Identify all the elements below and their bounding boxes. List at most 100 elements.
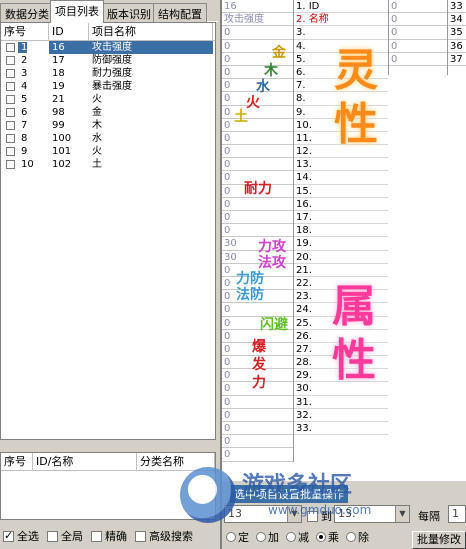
global-checkbox[interactable]: 全局 <box>47 528 83 544</box>
col-header-num[interactable]: 序号 <box>1 23 49 40</box>
row-num: 8 <box>21 133 28 144</box>
grid-cell[interactable]: 0 <box>222 211 293 225</box>
grid-cell[interactable]: 0 <box>222 448 293 462</box>
tab-structure[interactable]: 结构配置 <box>153 3 207 22</box>
grid-cell[interactable]: 37 <box>448 53 466 66</box>
tab-item-list[interactable]: 项目列表 <box>50 0 104 23</box>
row-checkbox[interactable] <box>6 147 15 156</box>
row-name: 火 <box>92 146 102 157</box>
list-item[interactable]: 1 16 攻击强度 <box>1 41 215 54</box>
grid-cell[interactable]: 2. 名称 <box>294 13 388 27</box>
checkbox-box <box>3 529 14 542</box>
grid-cell[interactable]: 0 <box>389 0 447 14</box>
radio-dot <box>286 532 296 542</box>
item-list[interactable]: 序号 ID 项目名称 1 16 攻击强度 2 17 防御强度 3 18 耐力强度 4 19 暴击强度 5… <box>0 22 216 440</box>
grid-cell[interactable]: 33 <box>448 0 466 14</box>
col-header-id[interactable]: ID <box>49 23 89 40</box>
grid-cell[interactable]: 0 <box>222 409 293 422</box>
radio-subtract[interactable]: 减 <box>286 529 309 545</box>
grid-cell[interactable]: 0 <box>222 132 293 146</box>
list-item[interactable]: 5 21 火 <box>1 93 215 106</box>
grid-cell[interactable]: 1. ID <box>294 0 388 14</box>
row-checkbox[interactable] <box>6 43 15 52</box>
row-num: 10 <box>21 159 34 170</box>
row-checkbox[interactable] <box>6 108 15 117</box>
grid-cell[interactable]: 0 <box>222 158 293 172</box>
row-num: 5 <box>21 94 28 105</box>
list-item[interactable]: 6 98 金 <box>1 106 215 119</box>
grid-cell[interactable]: 34 <box>448 13 466 27</box>
tab-version[interactable]: 版本识别 <box>102 3 156 22</box>
batch-modify-button[interactable]: 批量修改 <box>412 531 466 549</box>
value-column[interactable]: 16 攻击强度 0 0 0 0 0 0 0 0 0 0 0 0 0 0 0 0 30 30 0 0 0 0 0 0 0 0 0 0 0 0 0 0… <box>222 0 294 462</box>
row-name: 防御强度 <box>92 55 132 66</box>
annotation-crit-1: 爆 <box>252 339 266 355</box>
grid-cell[interactable]: 16. <box>294 198 388 211</box>
grid-cell[interactable]: 36 <box>448 40 466 53</box>
select-all-checkbox[interactable]: 全选 <box>3 528 39 544</box>
list-item[interactable]: 3 18 耐力强度 <box>1 67 215 80</box>
advanced-search-checkbox[interactable]: 高级搜索 <box>135 528 193 544</box>
grid-cell[interactable]: 0 <box>222 435 293 449</box>
grid-cell[interactable]: 0 <box>389 40 447 53</box>
row-id: 21 <box>52 94 65 105</box>
grid-cell[interactable]: 15. <box>294 185 388 198</box>
radio-multiply[interactable]: 乘 <box>316 529 339 545</box>
row-checkbox[interactable] <box>6 134 15 143</box>
interval-input[interactable]: 1 <box>448 505 466 523</box>
grid-cell[interactable]: 31. <box>294 396 388 409</box>
grid-cell[interactable]: 14. <box>294 171 388 185</box>
grid-cell[interactable]: 攻击强度 <box>222 13 293 27</box>
interval-label: 每隔 <box>418 510 440 523</box>
grid-cell[interactable]: 33. <box>294 422 388 436</box>
row-name: 木 <box>92 120 102 131</box>
list-item[interactable]: 7 99 木 <box>1 119 215 132</box>
grid-cell[interactable]: 19. <box>294 237 388 251</box>
row-checkbox[interactable] <box>6 69 15 78</box>
grid-cell[interactable]: 18. <box>294 224 388 238</box>
grid-cell[interactable]: 0 <box>222 26 293 40</box>
annotation-gold: 金 <box>272 45 286 61</box>
grid-cell[interactable]: 0 <box>222 422 293 436</box>
row-name: 金 <box>92 107 102 118</box>
col-header-name[interactable]: 项目名称 <box>89 23 213 40</box>
index-column[interactable]: 33 34 35 36 37 <box>448 0 466 75</box>
grid-cell[interactable]: 17. <box>294 211 388 225</box>
grid-cell[interactable]: 16 <box>222 0 293 14</box>
list-item[interactable]: 10 102 土 <box>1 158 215 171</box>
col-header-idname[interactable]: ID/名称 <box>33 453 137 470</box>
col-header-num2[interactable]: 序号 <box>1 453 33 470</box>
radio-set[interactable]: 定 <box>226 529 249 545</box>
grid-cell[interactable]: 0 <box>222 145 293 159</box>
grid-cell[interactable]: 0 <box>222 396 293 409</box>
row-id: 98 <box>52 107 65 118</box>
watermark-url: www.gmduo.com <box>268 503 372 517</box>
row-checkbox[interactable] <box>6 95 15 104</box>
row-num-cell: 4 <box>1 80 49 93</box>
radio-add[interactable]: 加 <box>256 529 279 545</box>
grid-cell[interactable]: 0 <box>222 119 293 132</box>
row-checkbox[interactable] <box>6 82 15 91</box>
grid-cell[interactable]: 0 <box>222 198 293 211</box>
row-num: 6 <box>21 107 28 118</box>
exact-checkbox[interactable]: 精确 <box>91 528 127 544</box>
value-column-2[interactable]: 00000 <box>388 0 448 75</box>
grid-cell[interactable]: 20. <box>294 251 388 264</box>
radio-divide[interactable]: 除 <box>346 529 369 545</box>
list-item[interactable]: 8 100 水 <box>1 132 215 145</box>
row-checkbox[interactable] <box>6 56 15 65</box>
grid-cell[interactable]: 0 <box>389 26 447 40</box>
grid-cell[interactable]: 0 <box>389 53 447 66</box>
row-id: 100 <box>52 133 72 144</box>
grid-cell[interactable]: 32. <box>294 409 388 422</box>
grid-cell[interactable]: 35 <box>448 26 466 40</box>
row-checkbox[interactable] <box>6 121 15 130</box>
row-id: 19 <box>52 81 65 92</box>
grid-cell[interactable]: 13. <box>294 158 388 172</box>
grid-cell[interactable]: 0 <box>389 13 447 27</box>
list-item[interactable]: 4 19 暴击强度 <box>1 80 215 93</box>
row-checkbox[interactable] <box>6 160 15 169</box>
list-item[interactable]: 2 17 防御强度 <box>1 54 215 67</box>
tab-data-category[interactable]: 数据分类 <box>0 3 54 22</box>
list-item[interactable]: 9 101 火 <box>1 145 215 158</box>
